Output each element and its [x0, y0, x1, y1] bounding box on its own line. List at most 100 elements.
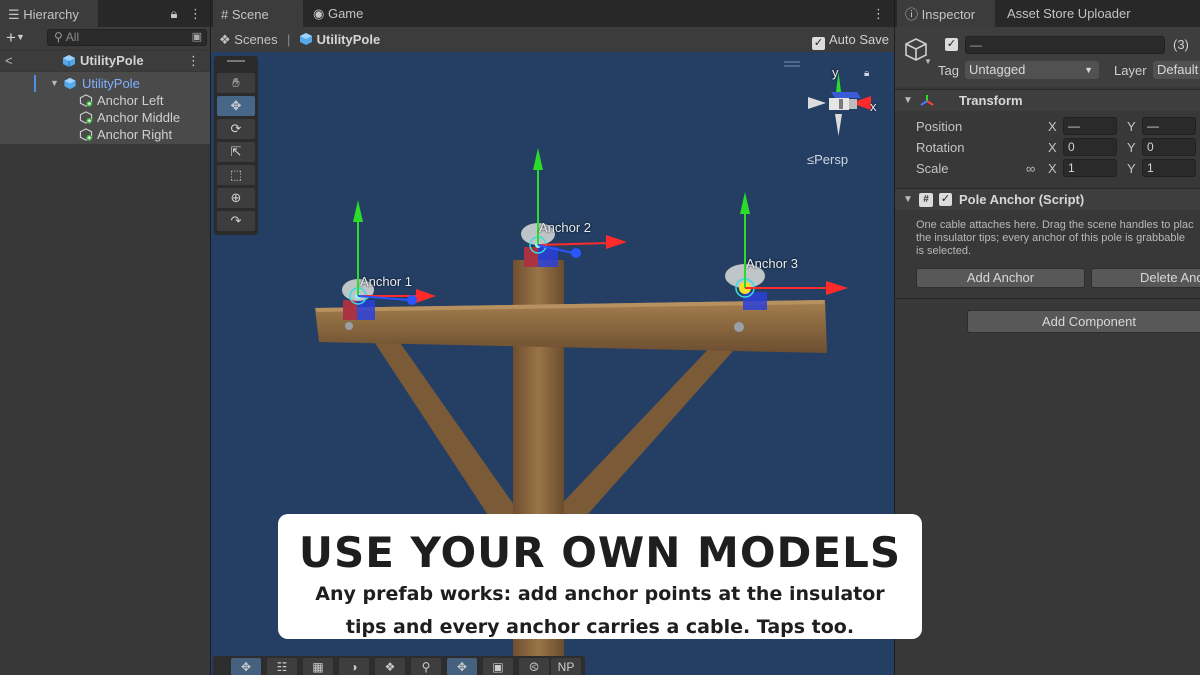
breadcrumb-object-label: UtilityPole: [316, 32, 381, 47]
overlay-drag-handle[interactable]: [227, 60, 245, 62]
scale-y-field[interactable]: 1: [1142, 159, 1196, 177]
position-x-field[interactable]: —: [1063, 117, 1117, 135]
layers-icon: ❖: [384, 660, 396, 674]
prefab-cube-icon: [300, 33, 312, 45]
tree-item-anchor-left[interactable]: Anchor Left: [0, 92, 210, 109]
transform-tool-button[interactable]: ⊕: [217, 188, 255, 208]
gizmo-lock-icon[interactable]: 🔒︎: [864, 68, 869, 79]
bottom-grid-button[interactable]: ▦: [303, 658, 333, 675]
bottom-np-button[interactable]: NP: [551, 658, 581, 675]
lock-icon[interactable]: 🔒︎: [170, 0, 177, 27]
breadcrumb-object[interactable]: UtilityPole: [299, 27, 380, 52]
layer-value: Default: [1157, 62, 1199, 77]
bottom-move-button[interactable]: ✥: [231, 658, 261, 675]
hierarchy-search-input[interactable]: ⚲ All ▣: [47, 29, 207, 46]
rotation-y-field[interactable]: 0: [1142, 138, 1196, 156]
move-tool-button[interactable]: ✥: [217, 96, 255, 116]
bottom-shading-button[interactable]: ◑: [339, 658, 369, 675]
banner-line: Any prefab works: add anchor points at t…: [315, 583, 885, 605]
bolt: [345, 322, 353, 330]
tree-item-anchor-middle[interactable]: Anchor Middle: [0, 109, 210, 126]
script-enabled-toggle[interactable]: ✓: [939, 193, 952, 206]
inspector-panel: ⓘ Inspector Asset Store Uploader ▼ ✓ — (…: [894, 0, 1200, 675]
hierarchy-tree: ▼ UtilityPole Anchor Left Anchor Middle: [0, 72, 210, 144]
object-name-field[interactable]: —: [965, 36, 1165, 54]
persp-toggle[interactable]: ≤Persp: [807, 152, 848, 167]
compass-icon: ⧀: [529, 660, 539, 674]
sliders-icon: ☷: [276, 660, 288, 674]
add-component-button[interactable]: Add Component: [967, 310, 1200, 333]
rect-icon: ⬚: [229, 167, 243, 182]
tree-item-label: Anchor Left: [97, 93, 164, 108]
tree-item-anchor-right[interactable]: Anchor Right: [0, 126, 210, 143]
tab-scene-label: Scene: [231, 7, 269, 22]
scale-x-field[interactable]: 1: [1063, 159, 1117, 177]
tab-hierarchy-label: Hierarchy: [23, 7, 79, 22]
scale-tool-button[interactable]: ⇱: [217, 142, 255, 162]
tab-inspector[interactable]: ⓘ Inspector: [897, 0, 995, 27]
breadcrumb-scenes[interactable]: ❖ Scenes: [219, 27, 278, 52]
create-button[interactable]: +▼: [6, 28, 25, 48]
tab-game[interactable]: ◉ Game: [305, 0, 385, 27]
anchor-1-gizmo[interactable]: [342, 200, 436, 320]
add-anchor-button[interactable]: Add Anchor: [916, 268, 1085, 288]
tools-overlay: ✋︎ ✥ ⟳ ⇱ ⬚ ⊕ ↷: [214, 56, 258, 235]
bottom-layers-button[interactable]: ❖: [375, 658, 405, 675]
chevron-down-icon[interactable]: ▼: [924, 57, 932, 66]
tab-hierarchy[interactable]: ☰ Hierarchy: [0, 0, 98, 27]
description-line: is selected.: [916, 245, 972, 257]
axis-y-label: Y: [1127, 140, 1136, 155]
transform-title: Transform: [959, 93, 1023, 108]
custom-tool-button[interactable]: ↷: [217, 211, 255, 231]
tree-item-root[interactable]: ▼ UtilityPole: [0, 75, 210, 92]
delete-anchor-button[interactable]: Delete And: [1091, 268, 1200, 288]
layer-label: Layer: [1114, 63, 1147, 78]
bottom-settings-button[interactable]: ☷: [267, 658, 297, 675]
position-label: Position: [916, 119, 963, 134]
inspector-tabbar: ⓘ Inspector Asset Store Uploader: [895, 0, 1200, 27]
rotation-x-field[interactable]: 0: [1063, 138, 1117, 156]
tab-asset-store-uploader[interactable]: Asset Store Uploader: [999, 0, 1199, 27]
active-toggle[interactable]: ✓: [945, 38, 958, 51]
banner-subtitle: Any prefab works: add anchor points at t…: [278, 578, 922, 644]
camera-icon: ▣: [492, 660, 504, 674]
position-y-field[interactable]: —: [1142, 117, 1196, 135]
bottom-camera-button[interactable]: ▣: [483, 658, 513, 675]
chevron-down-icon[interactable]: ▼: [50, 75, 59, 92]
anchor-3-label: Anchor 3: [746, 256, 799, 271]
tree-item-label: Anchor Right: [97, 127, 173, 142]
back-arrow-icon[interactable]: <: [5, 51, 13, 71]
scene-bottom-toolbar: ✥ ☷ ▦ ◑ ❖ ⚲ ✥ ▣ ⧀ NP: [213, 656, 585, 675]
grid-icon: #: [221, 7, 229, 22]
orientation-gizmo[interactable]: [808, 72, 871, 136]
prefab-title: UtilityPole: [80, 53, 144, 68]
transform-header[interactable]: ▼ Transform: [895, 89, 1200, 111]
anchor-2-gizmo[interactable]: [521, 148, 627, 267]
tab-scene[interactable]: # Scene: [213, 0, 303, 27]
rect-tool-button[interactable]: ⬚: [217, 165, 255, 185]
prefab-added-icon: [79, 94, 93, 107]
more-options-icon[interactable]: ⋮: [189, 0, 202, 27]
rotation-x-value: 0: [1068, 140, 1075, 154]
link-icon[interactable]: ∞: [1026, 161, 1035, 176]
axis-x-label: X: [1048, 140, 1057, 155]
grid-icon: ▦: [312, 660, 324, 674]
pole-anchor-description: One cable attaches here. Drag the scene …: [916, 219, 1200, 258]
more-options-icon[interactable]: ⋮: [872, 0, 885, 27]
search-placeholder: All: [65, 30, 80, 44]
bottom-compass-button[interactable]: ⧀: [519, 658, 549, 675]
description-line: the insulator tips; every anchor of this…: [916, 232, 1186, 244]
bottom-search-button[interactable]: ⚲: [411, 658, 441, 675]
scene-picker-icon[interactable]: ▣: [192, 30, 202, 45]
hand-tool-button[interactable]: ✋︎: [217, 73, 255, 93]
rotate-tool-button[interactable]: ⟳: [217, 119, 255, 139]
more-options-icon[interactable]: ⋮: [187, 51, 200, 71]
anchor-3-gizmo[interactable]: [725, 192, 848, 310]
bottom-pivot-button[interactable]: ✥: [447, 658, 477, 675]
prefab-added-icon: [79, 111, 93, 124]
tag-dropdown[interactable]: Untagged ▼: [965, 61, 1099, 79]
gameobject-header: ▼ ✓ — (3) Tag Untagged ▼ Layer Default: [895, 27, 1200, 87]
layer-dropdown[interactable]: Default: [1153, 61, 1200, 79]
pole-anchor-header[interactable]: ▼ # ✓ Pole Anchor (Script): [895, 188, 1200, 210]
auto-save-toggle[interactable]: ✓ Auto Save: [812, 27, 889, 52]
